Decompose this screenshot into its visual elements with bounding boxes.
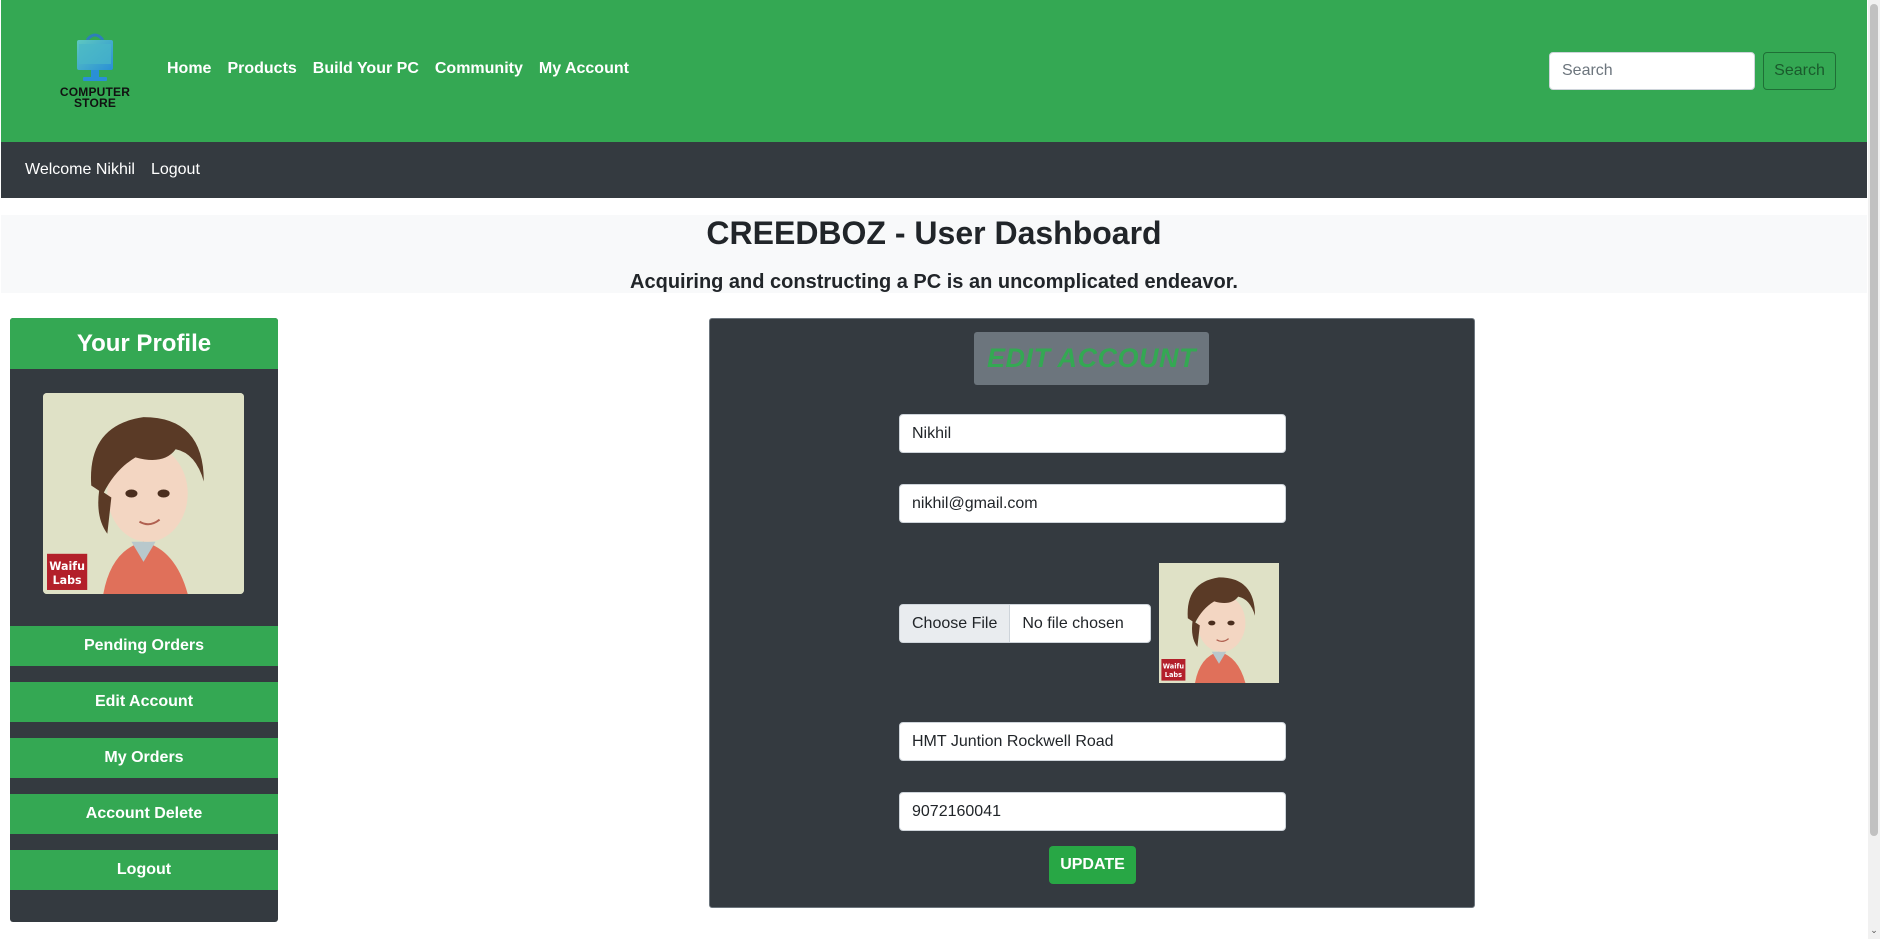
email-field[interactable]: nikhil@gmail.com bbox=[899, 484, 1286, 523]
page-scrollbar[interactable]: ⌄ bbox=[1868, 0, 1880, 939]
svg-text:Waifu: Waifu bbox=[1163, 663, 1185, 671]
my-orders-button[interactable]: My Orders bbox=[10, 738, 278, 778]
edit-account-panel: EDIT ACCOUNT Nikhil nikhil@gmail.com Cho… bbox=[709, 318, 1475, 908]
address-field[interactable]: HMT Juntion Rockwell Road bbox=[899, 722, 1286, 761]
main-nav: Home Products Build Your PC Community My… bbox=[167, 60, 645, 78]
svg-text:Labs: Labs bbox=[53, 574, 82, 587]
update-button[interactable]: UPDATE bbox=[1049, 846, 1136, 884]
pending-orders-button[interactable]: Pending Orders bbox=[10, 626, 278, 666]
nav-community[interactable]: Community bbox=[435, 60, 523, 78]
account-delete-button[interactable]: Account Delete bbox=[10, 794, 278, 834]
phone-field[interactable]: 9072160041 bbox=[899, 792, 1286, 831]
top-navbar: COMPUTER STORE Home Products Build Your … bbox=[1, 0, 1867, 142]
avatar-preview-illustration: Waifu Labs bbox=[1159, 563, 1279, 683]
name-field[interactable]: Nikhil bbox=[899, 414, 1286, 453]
page-subtitle: Acquiring and constructing a PC is an un… bbox=[630, 271, 1238, 293]
nav-my-account[interactable]: My Account bbox=[539, 60, 629, 78]
dashboard-header: CREEDBOZ - User Dashboard Acquiring and … bbox=[1, 215, 1867, 293]
profile-sidebar: Your Profile Waifu Labs Pending Orders E… bbox=[10, 318, 278, 922]
file-status-text: No file chosen bbox=[1022, 614, 1124, 632]
avatar-illustration: Waifu Labs bbox=[43, 393, 244, 594]
profile-image-file-input[interactable]: Choose File No file chosen bbox=[899, 604, 1151, 643]
store-logo[interactable]: COMPUTER STORE bbox=[55, 30, 135, 114]
nav-home[interactable]: Home bbox=[167, 60, 211, 78]
page-title: CREEDBOZ - User Dashboard bbox=[706, 215, 1162, 251]
avatar: Waifu Labs bbox=[43, 393, 244, 594]
choose-file-button[interactable]: Choose File bbox=[900, 605, 1011, 642]
search-button[interactable]: Search bbox=[1763, 52, 1836, 90]
logo-text: COMPUTER STORE bbox=[59, 85, 131, 110]
nav-products[interactable]: Products bbox=[227, 60, 296, 78]
search-input[interactable] bbox=[1549, 52, 1755, 90]
avatar-preview: Waifu Labs bbox=[1159, 563, 1279, 683]
scroll-down-icon[interactable]: ⌄ bbox=[1869, 925, 1879, 935]
edit-account-title: EDIT ACCOUNT bbox=[974, 332, 1209, 385]
svg-text:Waifu: Waifu bbox=[49, 560, 85, 573]
shopping-bag-monitor-icon bbox=[77, 33, 113, 81]
edit-account-button[interactable]: Edit Account bbox=[10, 682, 278, 722]
profile-heading: Your Profile bbox=[10, 318, 278, 369]
user-bar: Welcome Nikhil Logout bbox=[1, 142, 1867, 198]
top-logout-link[interactable]: Logout bbox=[151, 161, 200, 179]
welcome-text: Welcome Nikhil bbox=[25, 161, 135, 178]
scrollbar-thumb[interactable] bbox=[1870, 4, 1878, 836]
nav-build-your-pc[interactable]: Build Your PC bbox=[313, 60, 419, 78]
svg-text:Labs: Labs bbox=[1165, 671, 1182, 679]
sidebar-logout-button[interactable]: Logout bbox=[10, 850, 278, 890]
